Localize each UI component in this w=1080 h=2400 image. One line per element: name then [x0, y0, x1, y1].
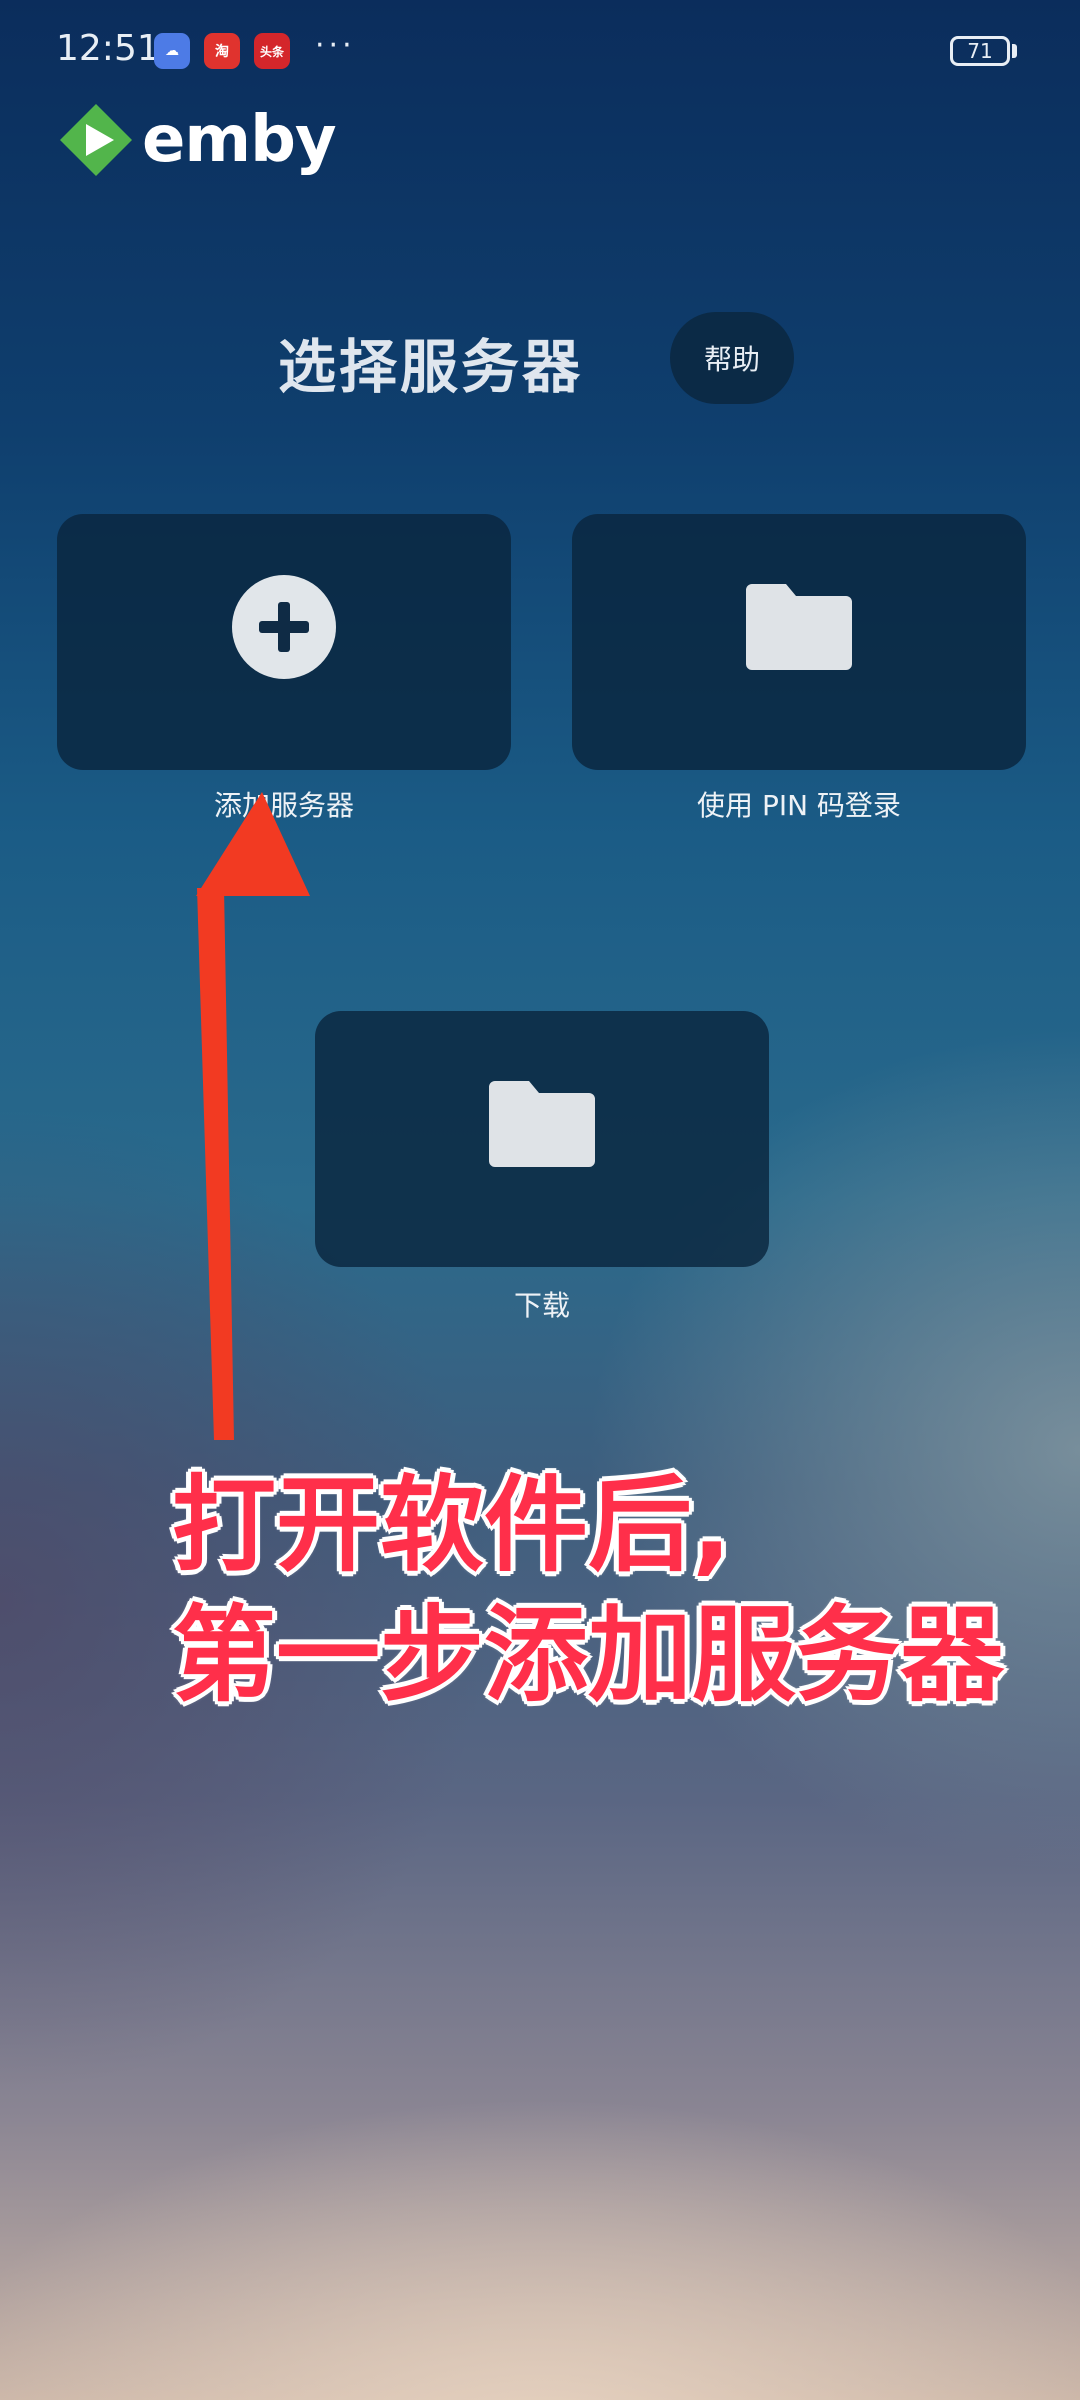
battery-level: 71 — [967, 39, 993, 63]
taobao-app-icon: 淘 — [204, 33, 240, 69]
annotation-line-2: 第一步添加服务器 — [172, 1594, 1005, 1716]
plus-circle-icon — [232, 575, 336, 679]
annotation-line-1: 打开软件后, — [172, 1464, 732, 1586]
emby-logo-icon — [60, 104, 132, 176]
download-tile[interactable] — [315, 1011, 769, 1267]
pin-login-label: 使用 PIN 码登录 — [697, 789, 901, 822]
annotation-text: 打开软件后, 第一步添加服务器 — [172, 1460, 1004, 1720]
status-bar: 12:51 ☁ 淘 头条 ··· 71 — [0, 0, 1080, 100]
weather-app-icon: ☁ — [154, 33, 190, 69]
more-notifications-icon: ··· — [315, 28, 356, 63]
battery-icon: 71 — [950, 36, 1010, 66]
battery-cap — [1012, 44, 1017, 58]
add-server-label: 添加服务器 — [213, 789, 354, 822]
folder-icon — [746, 584, 852, 670]
emby-logo: emby — [56, 100, 337, 180]
toutiao-app-icon: 头条 — [254, 33, 290, 69]
help-button[interactable]: 帮助 — [670, 312, 794, 404]
status-time: 12:51 — [56, 28, 160, 69]
download-label: 下载 — [513, 1289, 570, 1322]
pin-login-tile[interactable] — [572, 514, 1026, 770]
folder-icon — [489, 1081, 595, 1167]
page-title: 选择服务器 — [278, 333, 584, 401]
add-server-tile[interactable] — [57, 514, 511, 770]
emby-logo-text: emby — [142, 103, 337, 177]
